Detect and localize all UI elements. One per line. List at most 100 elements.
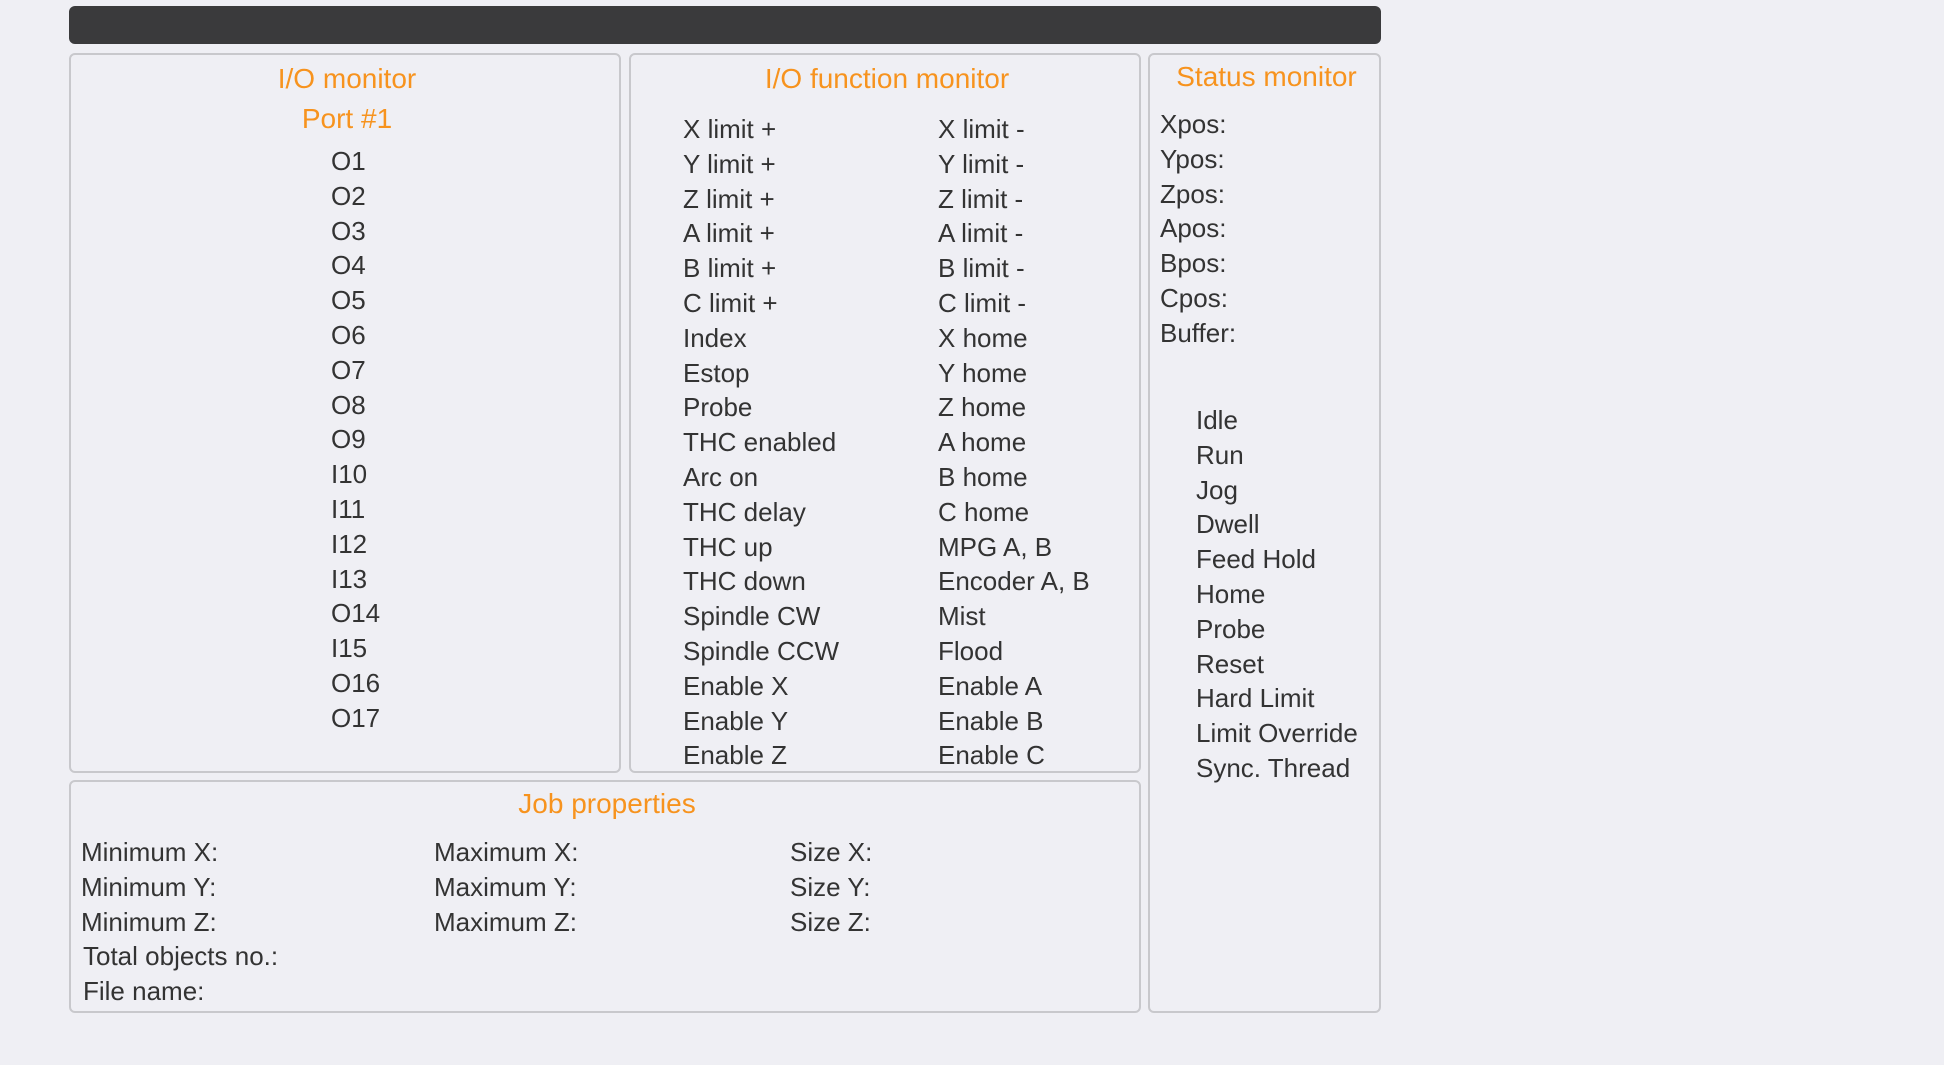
- io-function-monitor-panel: I/O function monitor X limit + Y limit +…: [629, 53, 1141, 773]
- job-properties-panel: Job properties Minimum X: Minimum Y: Min…: [69, 780, 1141, 1013]
- io-monitor-title: I/O monitor: [277, 63, 417, 94]
- job-size-z: Size Z:: [790, 906, 871, 937]
- window-titlebar[interactable]: [69, 6, 1381, 44]
- status-monitor-panel: Status monitor Xpos: Ypos: Zpos: Apos: B…: [1148, 53, 1381, 1013]
- job-minimum-z: Minimum Z:: [81, 906, 217, 937]
- io-function-right-column: X limit - Y limit - Z limit - A limit - …: [938, 112, 1090, 773]
- io-pin: O1: [331, 146, 366, 176]
- io-pin: O4: [331, 250, 366, 281]
- port-title: Port #1: [301, 103, 393, 134]
- io-function-item: Enable Z: [683, 740, 788, 771]
- io-function-item: Encoder A, B: [938, 566, 1090, 597]
- io-function-item: A limit -: [938, 218, 1024, 249]
- io-pin: I12: [331, 528, 368, 559]
- io-function-item: A home: [938, 427, 1027, 458]
- io-function-item: Enable Y: [683, 705, 789, 736]
- io-function-item: X home: [938, 322, 1028, 353]
- io-function-item: Estop: [683, 357, 750, 388]
- io-pin-list: O1 O2 O3 O4 O5 O6 O7 O8 O9 I10 I11 I12 I…: [331, 144, 380, 736]
- io-function-item: Z limit +: [683, 183, 775, 214]
- status-field-bpos: Bpos:: [1160, 248, 1227, 279]
- job-file-name: File name:: [83, 975, 205, 1006]
- io-function-item: Flood: [938, 635, 1004, 666]
- job-size-y: Size Y:: [790, 871, 871, 902]
- status-monitor-title: Status monitor: [1176, 61, 1357, 92]
- job-total-objects: Total objects no.:: [83, 941, 279, 971]
- io-function-monitor-title: I/O function monitor: [764, 63, 1010, 94]
- job-maximum-z: Maximum Z:: [434, 906, 577, 937]
- job-size-x: Size X:: [790, 837, 873, 867]
- job-minimum-x: Minimum X:: [81, 837, 219, 867]
- io-function-item: Probe: [683, 392, 753, 423]
- io-function-item: Enable C: [938, 740, 1045, 771]
- io-function-item: Spindle CW: [683, 601, 821, 632]
- io-function-item: Mist: [938, 601, 986, 632]
- io-pin: O8: [331, 389, 366, 420]
- state-idle: Idle: [1196, 405, 1238, 435]
- state-dwell: Dwell: [1196, 509, 1260, 540]
- io-pin: I10: [331, 459, 368, 490]
- state-feed-hold: Feed Hold: [1196, 544, 1316, 575]
- io-function-item: C limit +: [683, 287, 778, 318]
- io-pin: O2: [331, 180, 366, 211]
- io-function-item: Y limit -: [938, 148, 1025, 179]
- status-field-list: Xpos: Ypos: Zpos: Apos: Bpos: Cpos: Buff…: [1160, 107, 1236, 351]
- status-field-ypos: Ypos:: [1160, 143, 1225, 174]
- state-home: Home: [1196, 578, 1266, 609]
- io-function-item: C limit -: [938, 287, 1027, 318]
- status-field-xpos: Xpos:: [1160, 109, 1227, 139]
- io-pin: I11: [331, 493, 366, 524]
- io-function-item: THC delay: [683, 496, 806, 527]
- state-limit-override: Limit Override: [1196, 718, 1358, 749]
- job-minimum-column: Minimum X: Minimum Y: Minimum Z:: [81, 835, 218, 939]
- job-maximum-y: Maximum Y:: [434, 871, 577, 902]
- io-function-item: C home: [938, 496, 1030, 527]
- io-pin: O6: [331, 319, 366, 350]
- io-function-item: Enable X: [683, 670, 789, 701]
- io-pin: O9: [331, 424, 366, 455]
- io-pin: O16: [331, 667, 381, 698]
- io-pin: I13: [331, 563, 368, 594]
- io-pin: I15: [331, 633, 368, 664]
- io-function-item: B limit +: [683, 253, 777, 284]
- job-maximum-column: Maximum X: Maximum Y: Maximum Z:: [434, 835, 578, 939]
- io-function-item: Z limit -: [938, 183, 1024, 214]
- io-function-item: Spindle CCW: [683, 635, 840, 666]
- job-summary: Total objects no.: File name:: [83, 939, 278, 1009]
- state-hard-limit: Hard Limit: [1196, 683, 1315, 714]
- io-function-item: A limit +: [683, 218, 775, 249]
- state-reset: Reset: [1196, 648, 1264, 679]
- job-size-column: Size X: Size Y: Size Z:: [790, 835, 872, 939]
- io-pin: O5: [331, 285, 366, 316]
- io-function-item: Arc on: [683, 461, 759, 492]
- status-field-cpos: Cpos:: [1160, 282, 1228, 313]
- io-function-item: Enable A: [938, 670, 1043, 701]
- status-field-apos: Apos:: [1160, 213, 1227, 244]
- status-field-buffer: Buffer:: [1160, 317, 1237, 348]
- io-function-item: Index: [683, 322, 747, 353]
- status-field-zpos: Zpos:: [1160, 178, 1226, 209]
- io-pin: O7: [331, 354, 366, 385]
- state-run: Run: [1196, 439, 1244, 470]
- io-pin: O17: [331, 702, 381, 733]
- job-minimum-y: Minimum Y:: [81, 871, 217, 902]
- io-function-item: THC down: [683, 566, 806, 597]
- io-function-item: Y home: [938, 357, 1028, 388]
- io-function-item: THC enabled: [683, 427, 837, 458]
- io-pin: O14: [331, 598, 381, 629]
- io-function-item: B limit -: [938, 253, 1025, 284]
- machine-state-list: Idle Run Jog Dwell Feed Hold Home Probe …: [1196, 403, 1358, 786]
- io-function-item: X limit -: [938, 114, 1025, 144]
- io-function-item: Enable B: [938, 705, 1044, 736]
- io-function-item: THC up: [683, 531, 773, 562]
- io-monitor-panel: I/O monitor Port #1 O1 O2 O3 O4 O5 O6 O7…: [69, 53, 621, 773]
- io-function-left-column: X limit + Y limit + Z limit + A limit + …: [683, 112, 839, 773]
- io-function-item: Z home: [938, 392, 1027, 423]
- state-jog: Jog: [1196, 474, 1238, 505]
- state-probe: Probe: [1196, 613, 1266, 644]
- io-function-item: Y limit +: [683, 148, 776, 179]
- io-pin: O3: [331, 215, 366, 246]
- io-function-item: X limit +: [683, 114, 777, 144]
- job-properties-title: Job properties: [518, 788, 696, 819]
- job-maximum-x: Maximum X:: [434, 837, 579, 867]
